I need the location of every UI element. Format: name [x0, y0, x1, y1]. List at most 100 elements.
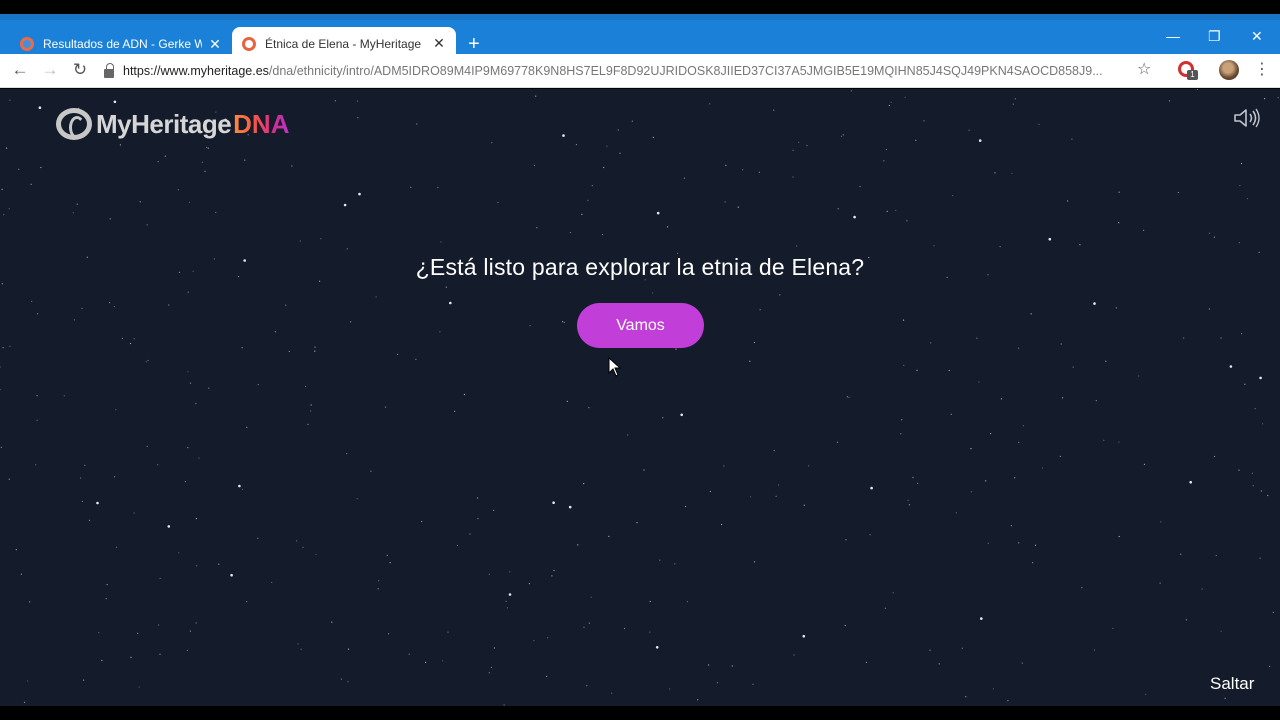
star-dot [923, 120, 925, 122]
star-dot [343, 203, 347, 207]
star-dot [961, 647, 963, 649]
star-dot [1018, 542, 1020, 544]
star-dot [624, 627, 626, 630]
restore-button[interactable]: ❐ [1208, 28, 1221, 45]
star-dot [978, 381, 980, 383]
star-dot [1260, 490, 1262, 492]
star-dot [985, 480, 987, 482]
star-dot [870, 486, 873, 490]
star-dot [285, 304, 287, 306]
star-dot [257, 537, 259, 539]
star-dot [588, 407, 590, 409]
browser-tabstrip: Resultados de ADN - Gerke Web ✕ Étnica d… [0, 14, 1280, 60]
close-tab-icon[interactable]: ✕ [208, 36, 222, 53]
menu-icon[interactable]: ⋮ [1254, 59, 1270, 79]
extension-badge: 1 [1187, 70, 1198, 80]
star-dot [146, 224, 148, 226]
star-dot [1, 188, 3, 190]
star-dot [1022, 425, 1024, 427]
star-dot [680, 413, 683, 417]
star-dot [1185, 619, 1187, 621]
star-dot [356, 498, 358, 500]
star-dot [792, 149, 794, 151]
back-icon[interactable]: ← [9, 60, 31, 80]
star-dot [207, 147, 209, 149]
close-tab-icon[interactable]: ✕ [432, 35, 446, 52]
star-dot [1138, 375, 1140, 377]
star-dot [168, 304, 170, 306]
star-dot [1208, 308, 1210, 310]
url-host: https://www.myheritage.es [123, 64, 269, 78]
star-dot [177, 189, 179, 191]
star-dot [978, 139, 982, 142]
vamos-button[interactable]: Vamos [577, 303, 704, 348]
star-dot [1010, 525, 1013, 527]
star-dot [331, 621, 333, 623]
star-dot [36, 419, 38, 421]
star-dot [1246, 198, 1249, 200]
star-dot [836, 441, 839, 443]
star-dot [968, 129, 970, 131]
star-dot [158, 624, 160, 626]
new-tab-button[interactable]: + [468, 34, 480, 54]
star-dot [81, 307, 83, 309]
reload-icon[interactable]: ↻ [69, 60, 91, 80]
star-dot [296, 540, 298, 542]
star-dot [566, 400, 568, 402]
star-dot [184, 481, 186, 483]
address-bar[interactable]: https://www.myheritage.es /dna/ethnicity… [104, 58, 1164, 84]
star-dot [883, 160, 885, 162]
bookmark-star-icon[interactable]: ☆ [1137, 59, 1151, 79]
star-dot [1159, 582, 1161, 584]
star-dot [437, 186, 439, 189]
star-dot [84, 464, 86, 466]
profile-avatar[interactable] [1219, 60, 1239, 80]
star-dot [1251, 472, 1253, 474]
star-dot [669, 688, 671, 690]
close-window-button[interactable]: ✕ [1251, 28, 1263, 45]
star-dot [1201, 588, 1203, 590]
star-dot [952, 195, 954, 197]
star-dot [731, 665, 733, 667]
star-dot [198, 457, 200, 459]
sound-icon[interactable] [1232, 107, 1262, 129]
star-dot [195, 403, 197, 405]
star-dot [1118, 441, 1120, 443]
star-dot [850, 90, 853, 92]
star-dot [386, 554, 388, 556]
star-dot [0, 446, 2, 448]
star-dot [358, 192, 361, 196]
star-dot [201, 161, 203, 163]
star-dot [101, 659, 103, 662]
myheritage-dna-logo[interactable]: MyHeritage DNA [56, 107, 290, 141]
star-dot [109, 302, 111, 304]
star-dot [581, 213, 583, 215]
myheritage-logo-icon [56, 108, 92, 140]
star-dot [686, 601, 689, 603]
star-dot [167, 525, 171, 528]
forward-icon[interactable]: → [39, 60, 61, 80]
star-dot [204, 170, 206, 172]
star-dot [449, 301, 452, 305]
star-dot [724, 201, 726, 203]
star-dot [1093, 649, 1095, 651]
star-dot [759, 309, 761, 311]
star-dot [129, 342, 132, 345]
star-dot [1032, 562, 1034, 564]
star-dot [63, 395, 65, 397]
screen-bottom-bar [0, 706, 1280, 720]
star-dot [410, 186, 412, 188]
star-dot [1267, 494, 1269, 497]
star-dot [1041, 467, 1044, 469]
star-dot [314, 346, 316, 348]
star-dot [662, 417, 664, 419]
star-dot [357, 117, 359, 119]
star-dot [230, 573, 233, 577]
minimize-button[interactable]: — [1166, 28, 1180, 44]
star-dot [1, 283, 3, 285]
star-dot [1018, 347, 1020, 349]
star-dot [6, 147, 8, 149]
skip-link[interactable]: Saltar [1210, 674, 1254, 694]
star-dot [619, 152, 621, 154]
star-dot [901, 419, 903, 421]
